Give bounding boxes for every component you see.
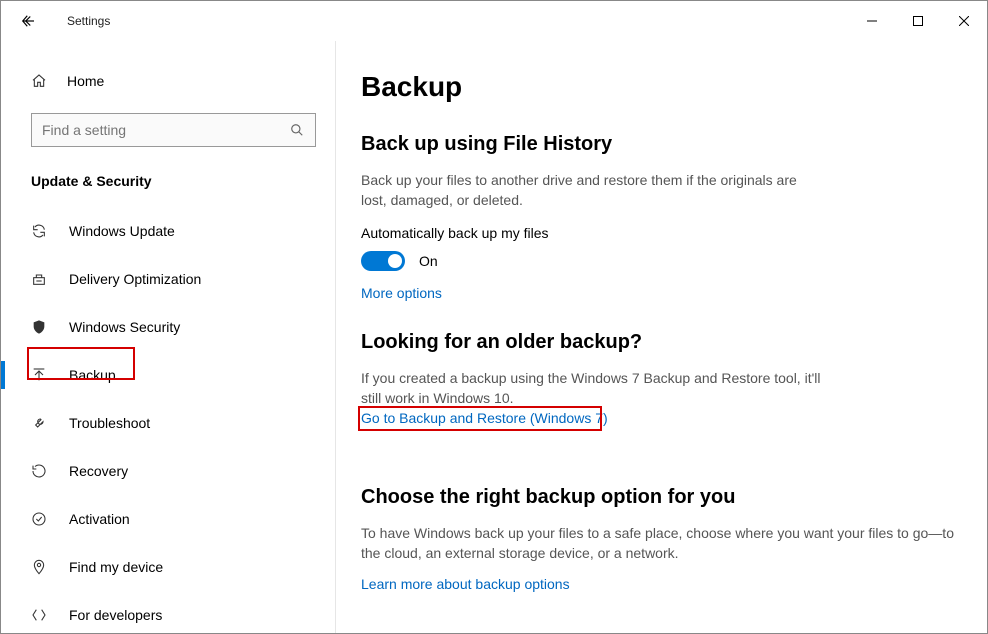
section-older-backup-desc: If you created a backup using the Window… xyxy=(361,368,821,409)
auto-backup-toggle[interactable] xyxy=(361,251,405,271)
titlebar: Settings xyxy=(1,1,987,41)
section-file-history-desc: Back up your files to another drive and … xyxy=(361,170,821,211)
sidebar-item-label: Recovery xyxy=(69,463,128,479)
toggle-label: Automatically back up my files xyxy=(361,225,957,241)
settings-window: Settings Home xyxy=(0,0,988,634)
sidebar-item-windows-update[interactable]: Windows Update xyxy=(1,207,315,255)
toggle-state-text: On xyxy=(419,253,438,269)
sidebar-item-label: Troubleshoot xyxy=(69,415,150,431)
search-icon xyxy=(289,122,305,138)
check-icon xyxy=(31,511,47,527)
delivery-icon xyxy=(31,271,47,287)
sidebar-item-label: Windows Security xyxy=(69,319,180,335)
body: Home Update & Security Windows Update xyxy=(1,41,987,633)
search-box[interactable] xyxy=(31,113,316,147)
page-title: Backup xyxy=(361,71,957,103)
sidebar-item-recovery[interactable]: Recovery xyxy=(1,447,315,495)
recovery-icon xyxy=(31,463,47,479)
sidebar-item-label: Windows Update xyxy=(69,223,175,239)
backup-icon xyxy=(31,367,47,383)
sidebar-item-find-my-device[interactable]: Find my device xyxy=(1,543,315,591)
toggle-row: On xyxy=(361,251,957,271)
sidebar-item-label: Find my device xyxy=(69,559,163,575)
location-icon xyxy=(31,559,47,575)
section-choose-option-heading: Choose the right backup option for you xyxy=(361,486,957,509)
sidebar-item-for-developers[interactable]: For developers xyxy=(1,591,315,633)
sidebar-item-label: Activation xyxy=(69,511,130,527)
nav-list: Windows Update Delivery Optimization Win… xyxy=(1,207,315,633)
section-file-history-heading: Back up using File History xyxy=(361,133,957,156)
sidebar-item-troubleshoot[interactable]: Troubleshoot xyxy=(1,399,315,447)
titlebar-left: Settings xyxy=(19,12,110,30)
home-label: Home xyxy=(67,73,104,89)
more-options-link[interactable]: More options xyxy=(361,285,442,301)
minimize-button[interactable] xyxy=(849,1,895,41)
back-icon[interactable] xyxy=(19,12,37,30)
search-input[interactable] xyxy=(42,122,289,138)
sidebar-item-label: Backup xyxy=(69,367,116,383)
sidebar-item-activation[interactable]: Activation xyxy=(1,495,315,543)
wrench-icon xyxy=(31,415,47,431)
sidebar: Home Update & Security Windows Update xyxy=(1,41,336,633)
home-icon xyxy=(31,73,47,89)
window-controls xyxy=(849,1,987,41)
section-older-backup-heading: Looking for an older backup? xyxy=(361,331,957,354)
content: Backup Back up using File History Back u… xyxy=(336,41,987,633)
window-title: Settings xyxy=(67,14,110,28)
maximize-button[interactable] xyxy=(895,1,941,41)
home-nav[interactable]: Home xyxy=(31,61,315,101)
sidebar-item-delivery-optimization[interactable]: Delivery Optimization xyxy=(1,255,315,303)
sync-icon xyxy=(31,223,47,239)
backup-restore-win7-link[interactable]: Go to Backup and Restore (Windows 7) xyxy=(361,410,608,426)
backup-restore-link-container: Go to Backup and Restore (Windows 7) xyxy=(361,410,608,426)
developers-icon xyxy=(31,607,47,623)
section-title: Update & Security xyxy=(31,173,315,189)
sidebar-item-label: Delivery Optimization xyxy=(69,271,201,287)
active-indicator xyxy=(1,361,5,389)
learn-more-backup-link[interactable]: Learn more about backup options xyxy=(361,576,570,592)
toggle-knob xyxy=(388,254,402,268)
sidebar-item-backup[interactable]: Backup xyxy=(1,351,315,399)
close-button[interactable] xyxy=(941,1,987,41)
shield-icon xyxy=(31,319,47,335)
sidebar-item-label: For developers xyxy=(69,607,162,623)
section-choose-option-desc: To have Windows back up your files to a … xyxy=(361,523,957,564)
sidebar-item-windows-security[interactable]: Windows Security xyxy=(1,303,315,351)
